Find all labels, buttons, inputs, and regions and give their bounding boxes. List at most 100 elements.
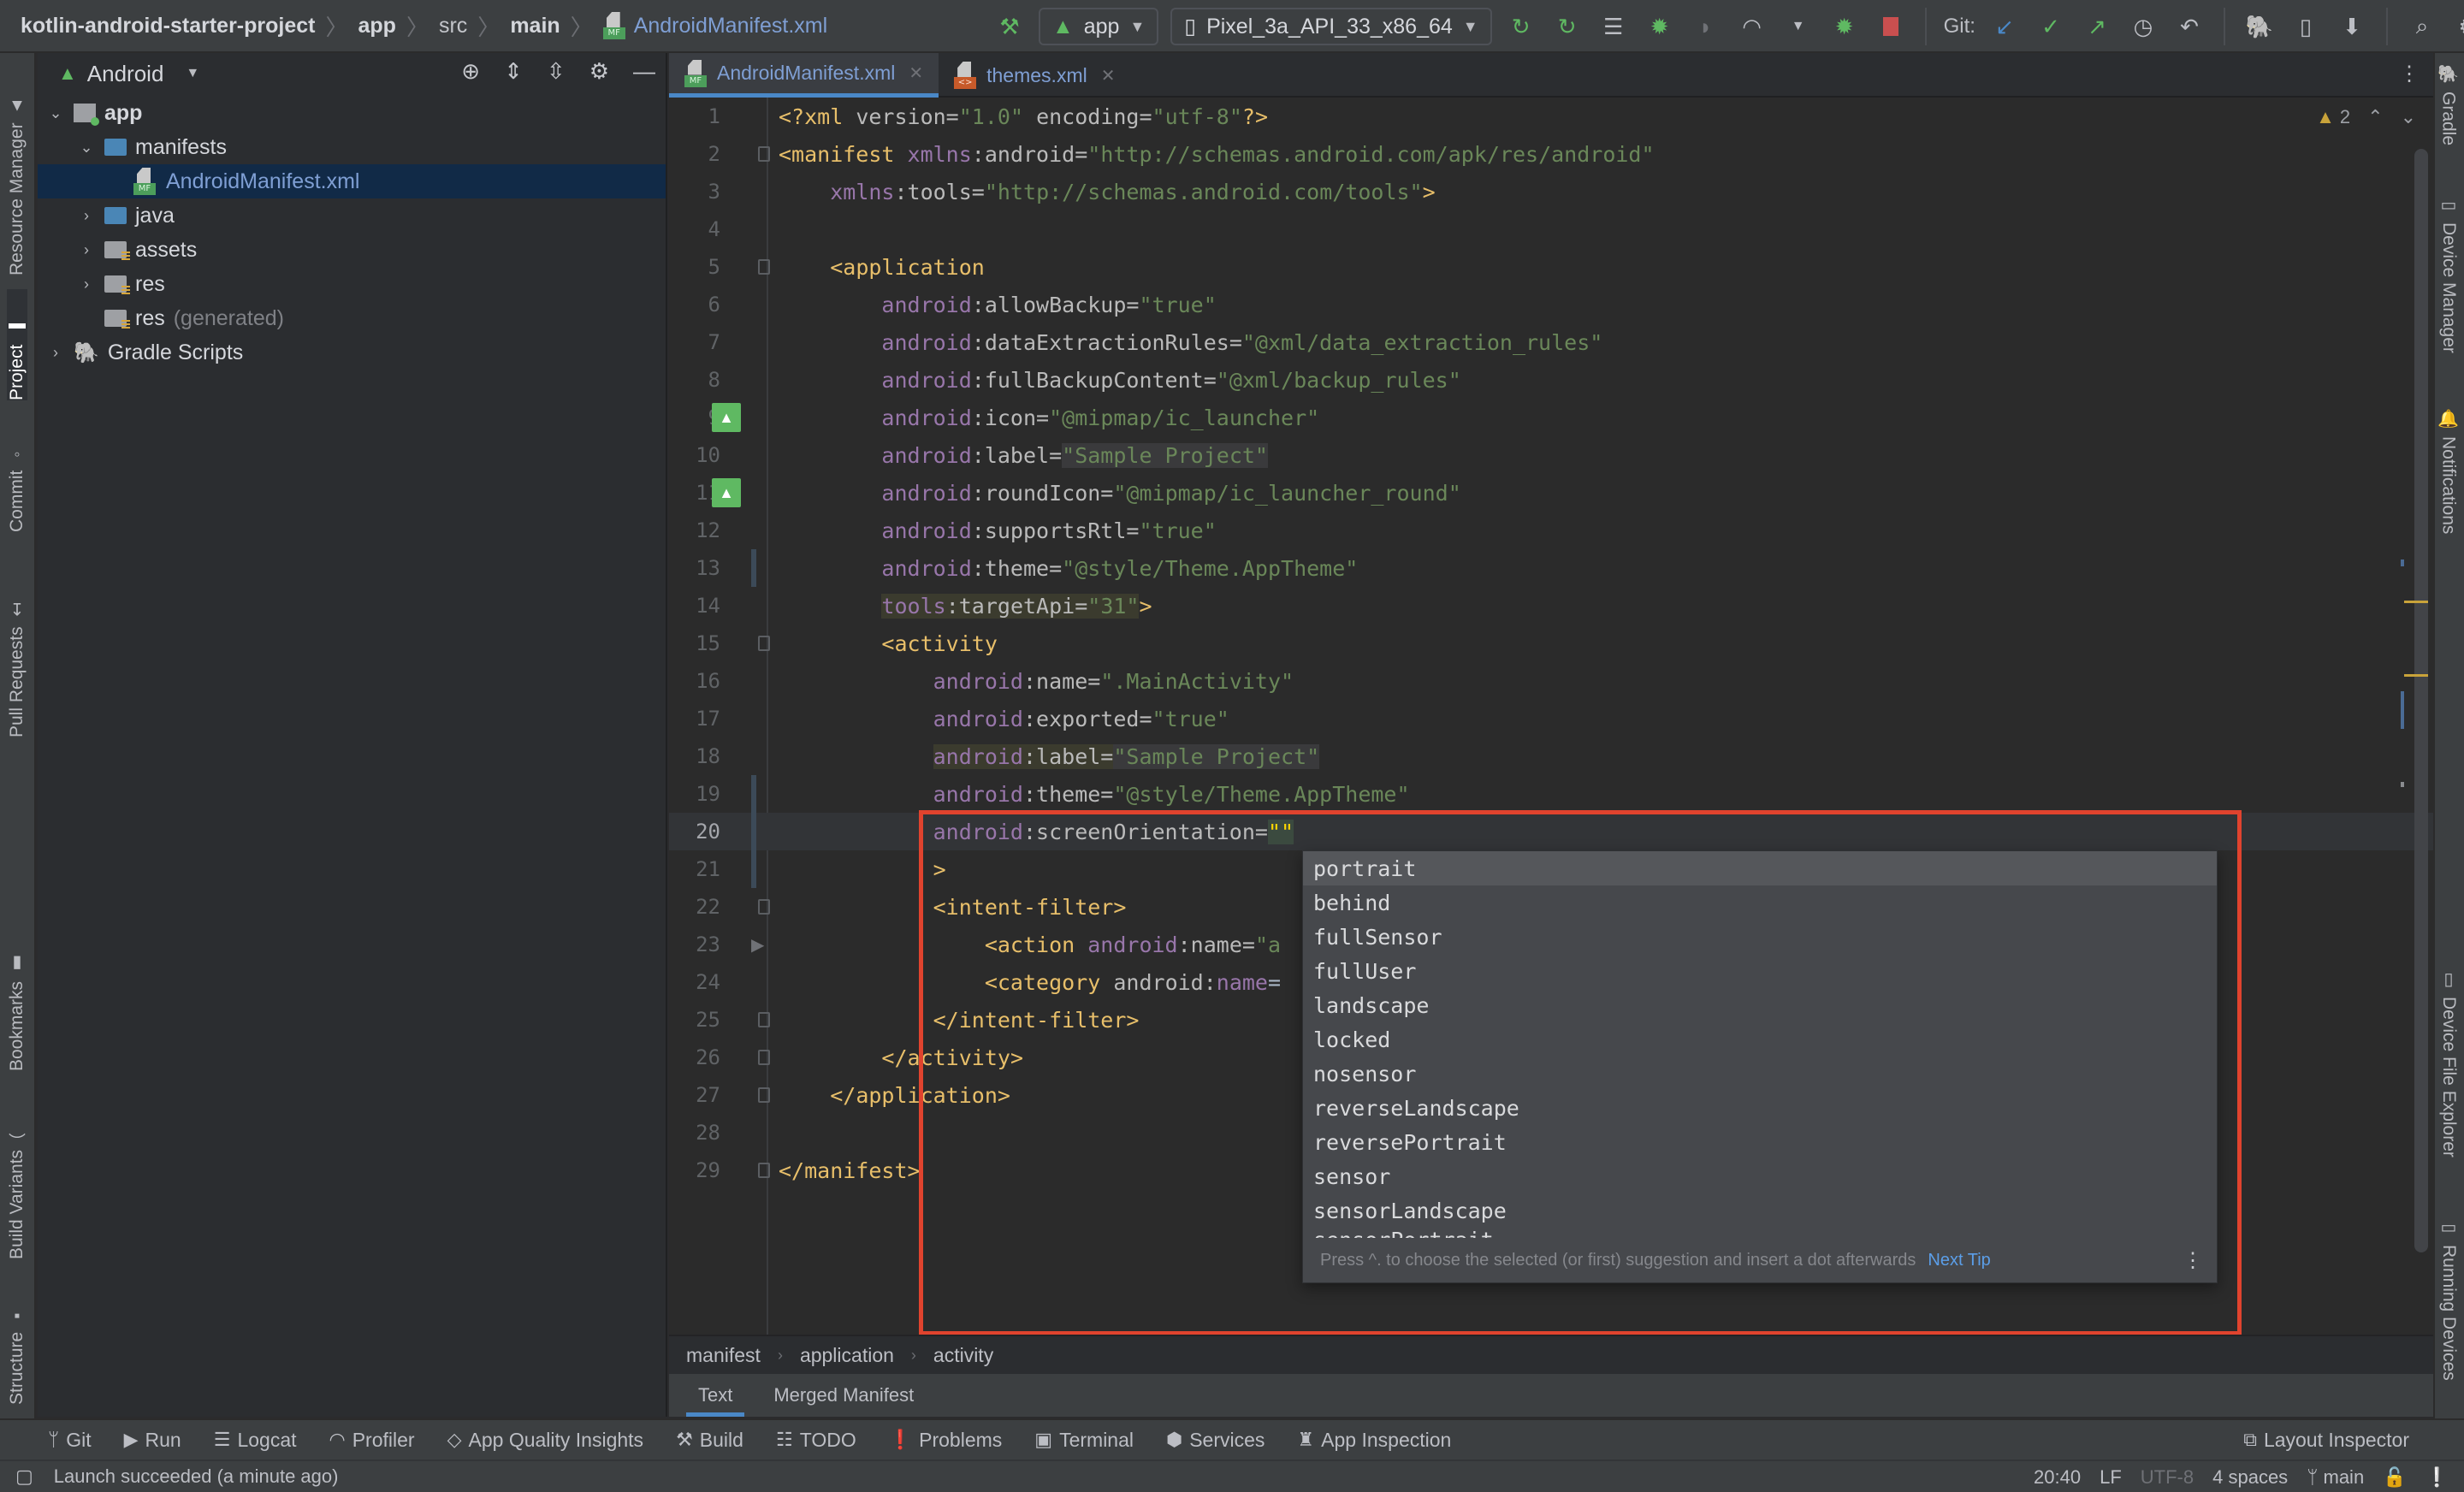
rollback-icon[interactable]: ↶: [2172, 7, 2206, 46]
completion-item[interactable]: sensor: [1303, 1159, 2217, 1193]
line-number[interactable]: 20: [669, 820, 720, 844]
tool-window-services[interactable]: ⬢ Services: [1166, 1429, 1265, 1452]
tree-item-assets[interactable]: › assets: [38, 233, 666, 267]
code-line[interactable]: 7 android:dataExtractionRules="@xml/data…: [669, 323, 2433, 361]
tool-window-problems[interactable]: ❗ Problems: [889, 1429, 1003, 1452]
code-line[interactable]: 9 android:icon="@mipmap/ic_launcher": [669, 399, 2433, 436]
sync-icon[interactable]: ☰: [1596, 7, 1631, 46]
tool-tab-notifications[interactable]: 🔔 Notifications: [2437, 408, 2459, 596]
line-number[interactable]: 12: [669, 518, 720, 542]
close-icon[interactable]: ✕: [909, 62, 923, 84]
run-config-selector[interactable]: ▲ app ▼: [1039, 8, 1159, 45]
change-marker[interactable]: [2401, 560, 2404, 566]
tool-window-build[interactable]: ⚒ Build: [676, 1429, 743, 1452]
warning-marker[interactable]: [2404, 674, 2428, 677]
tool-window-layout-inspector[interactable]: ⧉ Layout Inspector: [2243, 1429, 2409, 1452]
tab-android-manifest[interactable]: MF AndroidManifest.xml ✕: [669, 53, 939, 98]
tool-window-app-quality-insights[interactable]: ◇ App Quality Insights: [447, 1429, 643, 1452]
tab-text[interactable]: Text: [678, 1374, 753, 1417]
toggle-tool-windows-icon[interactable]: ▢: [15, 1465, 33, 1488]
notifications-icon[interactable]: ❕: [2426, 1466, 2449, 1489]
tab-merged-manifest[interactable]: Merged Manifest: [753, 1374, 934, 1417]
tool-tab-commit[interactable]: Commit ◦: [7, 429, 27, 532]
code-line[interactable]: 1 <?xml version="1.0" encoding="utf-8"?>: [669, 98, 2433, 135]
file-encoding[interactable]: UTF-8: [2141, 1466, 2194, 1489]
chevron-down-icon[interactable]: ▼: [1781, 7, 1815, 46]
code-line[interactable]: 10 android:label="Sample Project": [669, 436, 2433, 474]
tab-themes-xml[interactable]: <> themes.xml ✕: [939, 53, 1130, 98]
line-number[interactable]: 19: [669, 782, 720, 806]
tool-window-todo[interactable]: ☷ TODO: [776, 1429, 856, 1452]
caret-position[interactable]: 20:40: [2034, 1466, 2081, 1489]
fold-marker-icon[interactable]: [758, 259, 770, 275]
breadcrumb-main[interactable]: main: [510, 14, 560, 38]
tree-item-app[interactable]: ⌄ app: [38, 96, 666, 130]
tool-tab-pull-requests[interactable]: Pull Requests ↥: [7, 566, 27, 737]
tool-tab-build-variants[interactable]: Build Variants ⌒: [7, 1097, 27, 1259]
tool-window-app-inspection[interactable]: ♜ App Inspection: [1297, 1429, 1451, 1452]
settings-icon[interactable]: ⚙: [2451, 7, 2464, 46]
line-number[interactable]: 1: [669, 104, 720, 128]
line-number[interactable]: 29: [669, 1158, 720, 1182]
code-line[interactable]: 18 android:label="Sample Project": [669, 737, 2433, 775]
inspection-widget[interactable]: ▲ 2 ⌃ ⌄: [2316, 106, 2416, 128]
line-number[interactable]: 3: [669, 180, 720, 204]
more-icon[interactable]: ⋮: [2183, 1248, 2203, 1273]
code-line[interactable]: 16 android:name=".MainActivity": [669, 662, 2433, 700]
tool-tab-device-file-explorer[interactable]: ▯ Device File Explorer: [2438, 968, 2459, 1182]
chevron-down-icon[interactable]: ⌄: [46, 104, 65, 122]
chevron-right-icon[interactable]: ›: [46, 344, 65, 362]
settings-icon[interactable]: ⚙: [589, 58, 609, 85]
run-gutter-icon[interactable]: ▶: [751, 934, 764, 956]
line-number[interactable]: 25: [669, 1008, 720, 1032]
vcs-change-marker[interactable]: [751, 549, 756, 587]
tool-window-run[interactable]: ▶ Run: [124, 1429, 181, 1452]
history-icon[interactable]: ◷: [2126, 7, 2160, 46]
code-line[interactable]: 12 android:supportsRtl="true": [669, 512, 2433, 549]
code-line[interactable]: 14 tools:targetApi="31">: [669, 587, 2433, 625]
tool-window-profiler[interactable]: ◠ Profiler: [329, 1429, 415, 1452]
fold-marker-icon[interactable]: [758, 636, 770, 651]
vcs-change-marker[interactable]: [751, 775, 756, 888]
line-separator[interactable]: LF: [2100, 1466, 2122, 1489]
device-selector[interactable]: ▯ Pixel_3a_API_33_x86_64 ▼: [1170, 8, 1492, 45]
tool-tab-resource-manager[interactable]: Resource Manager ▲: [7, 70, 27, 275]
xml-breadcrumb-manifest[interactable]: manifest: [686, 1344, 761, 1367]
git-commit-icon[interactable]: ✓: [2034, 7, 2068, 46]
tool-window-terminal[interactable]: ▣ Terminal: [1034, 1429, 1134, 1452]
gradle-sync-icon[interactable]: 🐘: [2242, 7, 2277, 46]
previous-highlight-icon[interactable]: ⌃: [2367, 106, 2383, 128]
line-number[interactable]: 2: [669, 142, 720, 166]
tree-item-android-manifest[interactable]: MF AndroidManifest.xml: [38, 164, 666, 198]
next-highlight-icon[interactable]: ⌄: [2401, 106, 2416, 128]
fold-marker-icon[interactable]: [758, 1163, 770, 1178]
fold-marker-icon[interactable]: [758, 1050, 770, 1065]
line-number[interactable]: 6: [669, 293, 720, 317]
code-line[interactable]: 13 android:theme="@style/Theme.AppTheme": [669, 549, 2433, 587]
line-number[interactable]: 17: [669, 707, 720, 731]
code-line[interactable]: 4: [669, 210, 2433, 248]
code-line[interactable]: 11 android:roundIcon="@mipmap/ic_launche…: [669, 474, 2433, 512]
tree-item-res[interactable]: › res: [38, 267, 666, 301]
tree-item-gradle-scripts[interactable]: › 🐘 Gradle Scripts: [38, 335, 666, 370]
change-marker[interactable]: [2401, 691, 2404, 729]
tree-item-manifests[interactable]: ⌄ manifests: [38, 130, 666, 164]
tool-tab-bookmarks[interactable]: Bookmarks ▮: [7, 926, 27, 1071]
line-number[interactable]: 15: [669, 631, 720, 655]
fold-marker-icon[interactable]: [758, 899, 770, 915]
chevron-right-icon[interactable]: ›: [77, 241, 96, 259]
close-icon[interactable]: ✕: [1101, 65, 1116, 86]
xml-breadcrumb-application[interactable]: application: [800, 1344, 894, 1367]
breadcrumb-app[interactable]: app: [358, 14, 396, 38]
completion-item[interactable]: locked: [1303, 1022, 2217, 1057]
chevron-right-icon[interactable]: ›: [77, 275, 96, 293]
xml-breadcrumb-activity[interactable]: activity: [933, 1344, 993, 1367]
apply-changes-icon[interactable]: ↻: [1504, 7, 1538, 46]
completion-item[interactable]: landscape: [1303, 988, 2217, 1022]
android-resource-icon[interactable]: ▲: [712, 403, 741, 432]
line-number[interactable]: 28: [669, 1121, 720, 1145]
fold-marker-icon[interactable]: [758, 1087, 770, 1103]
git-update-icon[interactable]: ↙: [1987, 7, 2022, 46]
status-message[interactable]: Launch succeeded (a minute ago): [54, 1465, 339, 1488]
code-line[interactable]: 8 android:fullBackupContent="@xml/backup…: [669, 361, 2433, 399]
